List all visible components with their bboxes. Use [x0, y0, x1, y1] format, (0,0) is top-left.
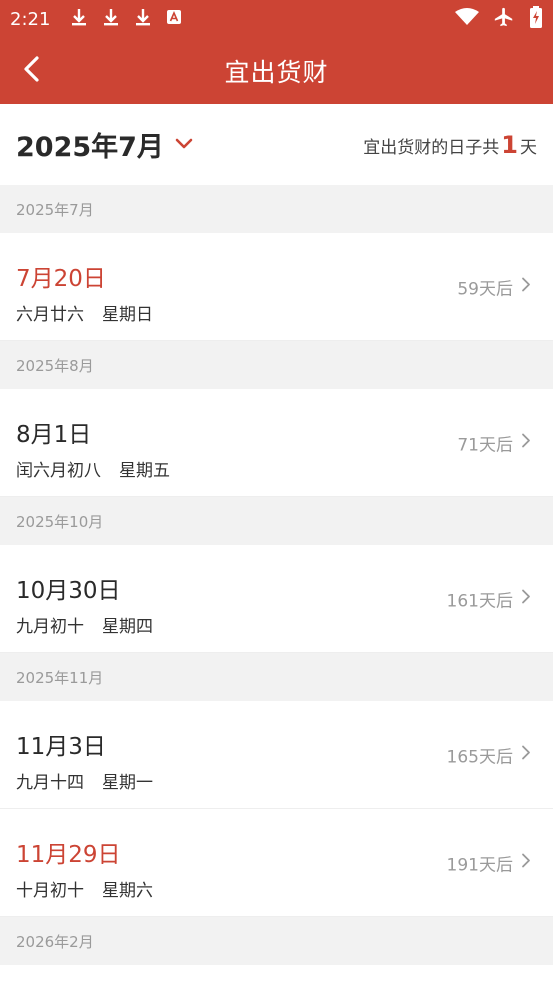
summary-count: 1 — [501, 130, 518, 159]
summary-prefix: 宜出货财的日子共 — [363, 137, 500, 158]
chevron-down-icon — [174, 136, 194, 155]
countdown-text: 165天后 — [446, 747, 513, 767]
day-subtitle: 闰六月初八 星期五 — [16, 456, 170, 481]
month-header: 2025年7月 宜出货财的日子共 1 天 — [0, 104, 553, 185]
lunar-date: 十月初十 — [16, 881, 84, 901]
app-bar: 宜出货财 — [0, 38, 553, 104]
day-date: 7月20日 — [16, 266, 106, 292]
day-item[interactable]: 10月30日 九月初十 星期四 161天后 — [0, 545, 553, 653]
day-item-partial[interactable] — [0, 965, 553, 983]
countdown-text: 191天后 — [446, 855, 513, 875]
month-label: 2025年7月 — [16, 132, 164, 163]
summary: 宜出货财的日子共 1 天 — [363, 131, 537, 159]
group-header: 2025年7月 — [0, 185, 553, 233]
status-bar: 2:21 — [0, 0, 553, 38]
page-title: 宜出货财 — [224, 58, 329, 87]
weekday: 星期四 — [102, 617, 153, 637]
day-subtitle: 六月廿六 星期日 — [16, 300, 153, 325]
day-item[interactable]: 8月1日 闰六月初八 星期五 71天后 — [0, 389, 553, 497]
lunar-date: 六月廿六 — [16, 305, 84, 325]
font-a-icon — [166, 9, 182, 29]
day-item[interactable]: 11月29日 十月初十 星期六 191天后 — [0, 809, 553, 917]
weekday: 星期六 — [102, 881, 153, 901]
back-button[interactable] — [14, 53, 50, 89]
day-countdown: 191天后 — [447, 850, 531, 875]
group-header: 2025年11月 — [0, 653, 553, 701]
download-icon — [134, 7, 152, 31]
day-subtitle: 九月初十 星期四 — [16, 612, 153, 637]
weekday: 星期日 — [102, 305, 153, 325]
download-icon — [70, 7, 88, 31]
chevron-left-icon — [22, 55, 42, 87]
group-header: 2025年8月 — [0, 341, 553, 389]
day-countdown: 59天后 — [457, 274, 531, 299]
day-date: 11月29日 — [16, 842, 121, 868]
chevron-right-icon — [521, 432, 531, 453]
chevron-right-icon — [521, 852, 531, 873]
day-item[interactable]: 11月3日 九月十四 星期一 165天后 — [0, 701, 553, 809]
day-subtitle: 九月十四 星期一 — [16, 768, 153, 793]
status-time: 2:21 — [10, 8, 51, 30]
summary-suffix: 天 — [520, 137, 537, 158]
day-countdown: 165天后 — [447, 742, 531, 767]
weekday: 星期一 — [102, 773, 153, 793]
day-subtitle: 十月初十 星期六 — [16, 876, 153, 901]
countdown-text: 161天后 — [446, 591, 513, 611]
month-selector[interactable]: 2025年7月 — [16, 125, 194, 164]
day-date: 11月3日 — [16, 734, 106, 760]
battery-charging-icon — [529, 6, 543, 32]
app-root: 2:21 宜出货财 2025年7月 宜出货财的日子共 1 天 2025年7月 7… — [0, 0, 553, 983]
day-countdown: 71天后 — [457, 430, 531, 455]
status-system-icons — [455, 0, 543, 38]
group-header: 2025年10月 — [0, 497, 553, 545]
airplane-icon — [493, 6, 515, 32]
chevron-right-icon — [521, 588, 531, 609]
day-countdown: 161天后 — [447, 586, 531, 611]
countdown-text: 59天后 — [457, 279, 513, 299]
group-header: 2026年2月 — [0, 917, 553, 965]
lunar-date: 闰六月初八 — [16, 461, 101, 481]
lunar-date: 九月十四 — [16, 773, 84, 793]
chevron-right-icon — [521, 744, 531, 765]
day-date: 10月30日 — [16, 578, 121, 604]
weekday: 星期五 — [119, 461, 170, 481]
day-date: 8月1日 — [16, 422, 92, 448]
day-item[interactable]: 7月20日 六月廿六 星期日 59天后 — [0, 233, 553, 341]
countdown-text: 71天后 — [457, 435, 513, 455]
lunar-date: 九月初十 — [16, 617, 84, 637]
status-notification-icons — [70, 7, 182, 31]
wifi-icon — [455, 8, 479, 30]
chevron-right-icon — [521, 276, 531, 297]
download-icon — [102, 7, 120, 31]
